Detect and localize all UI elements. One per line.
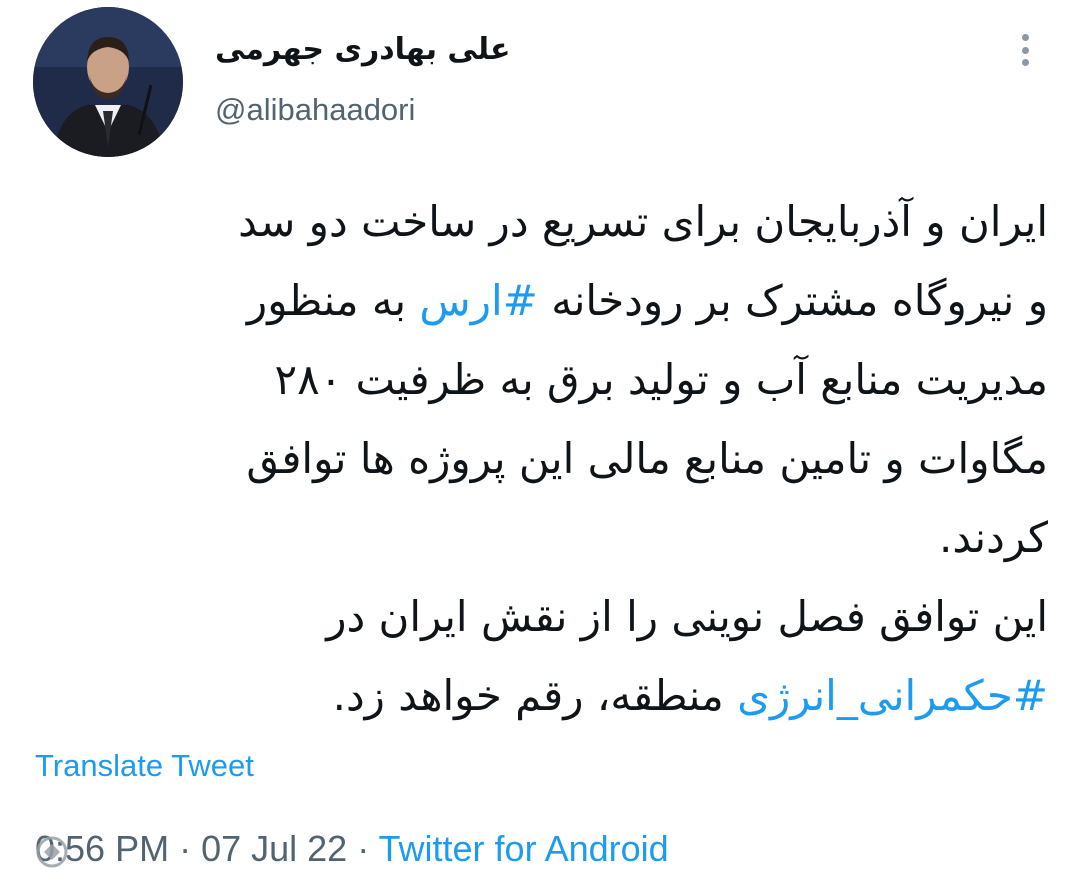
tweet-line: و نیروگاه مشترک بر رودخانه #ارس به منظور <box>35 261 1048 340</box>
tweet-text-segment: و نیروگاه مشترک بر رودخانه <box>537 276 1048 325</box>
tweet-text-segment: این توافق فصل نوینی را از نقش ایران در <box>326 592 1048 641</box>
meta-separator-2: · <box>347 828 379 869</box>
tweet-text-segment: ایران و آذربایجان برای تسریع در ساخت دو … <box>238 197 1048 246</box>
hashtag-link[interactable]: #ارس <box>419 276 537 325</box>
tweet-date[interactable]: 07 Jul 22 <box>201 828 347 869</box>
tweet-text-segment: به منظور <box>246 276 420 325</box>
avatar[interactable] <box>33 7 183 157</box>
tweet-text-segment: منطقه، رقم خواهد زد. <box>332 671 738 720</box>
tweet-text: ایران و آذربایجان برای تسریع در ساخت دو … <box>35 182 1048 735</box>
translate-tweet-link[interactable]: Translate Tweet <box>35 748 254 784</box>
tweet-line: مدیریت منابع آب و تولید برق به ظرفیت ۲۸۰ <box>35 340 1048 419</box>
tweet-line: این توافق فصل نوینی را از نقش ایران در <box>35 577 1048 656</box>
tweet-meta: 0:56 PM · 07 Jul 22 · Twitter for Androi… <box>35 828 669 870</box>
tweet-line: کردند. <box>35 498 1048 577</box>
tweet-line: مگاوات و تامین منابع مالی این پروژه ها ت… <box>35 419 1048 498</box>
tweet-text-segment: مگاوات و تامین منابع مالی این پروژه ها ت… <box>246 434 1048 483</box>
author-handle[interactable]: @alibahaadori <box>215 92 415 128</box>
author-display-name[interactable]: علی بهادری جهرمی <box>215 32 511 67</box>
avatar-image <box>33 7 183 157</box>
tweet-source-link[interactable]: Twitter for Android <box>379 828 669 869</box>
more-vertical-icon[interactable] <box>1010 30 1040 70</box>
tweet-text-segment: کردند. <box>939 513 1048 562</box>
tweet-line: ایران و آذربایجان برای تسریع در ساخت دو … <box>35 182 1048 261</box>
tweet-line: #حکمرانی_انرژی منطقه، رقم خواهد زد. <box>35 656 1048 735</box>
meta-separator: · <box>169 828 202 869</box>
hashtag-link[interactable]: #حکمرانی_انرژی <box>737 671 1048 720</box>
watermark-logo <box>36 836 68 868</box>
tweet-text-segment: مدیریت منابع آب و تولید برق به ظرفیت ۲۸۰ <box>274 355 1048 404</box>
